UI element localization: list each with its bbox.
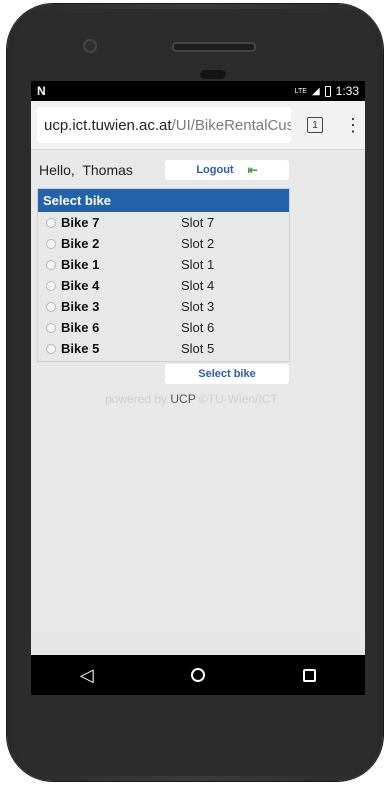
earpiece: [200, 70, 226, 79]
footer-brand[interactable]: UCP: [170, 392, 195, 406]
slot-name: Slot 1: [181, 257, 215, 272]
signal-icon: ◢: [311, 85, 320, 97]
bike-row[interactable]: Bike 6 Slot 6: [38, 317, 289, 338]
url-path: /UI/BikeRentalCus: [171, 116, 291, 134]
bike-name: Bike 3: [61, 299, 100, 314]
slot-name: Slot 5: [181, 341, 215, 356]
bike-row[interactable]: Bike 7 Slot 7: [38, 212, 289, 233]
exit-arrow-icon: ⇤: [247, 163, 258, 177]
logout-label: Logout: [196, 164, 234, 176]
slot-name: Slot 7: [181, 215, 215, 230]
radio-button[interactable]: [46, 322, 56, 333]
bike-row[interactable]: Bike 4 Slot 4: [38, 275, 289, 296]
greeting: Hello, Thomas: [39, 162, 133, 178]
clock: 1:33: [335, 84, 359, 98]
home-circle-icon[interactable]: [191, 668, 206, 682]
status-right: LTE ◢ 1:33: [295, 84, 359, 98]
bike-name: Bike 7: [61, 215, 100, 230]
bike-name: Bike 2: [61, 236, 100, 251]
android-nav-bar: ◁: [31, 655, 365, 695]
radio-button[interactable]: [46, 301, 56, 312]
network-label: LTE: [294, 87, 307, 95]
select-bike-panel: Select bike Bike 7 Slot 7 Bike 2 Slot 2 …: [37, 188, 290, 362]
notification-icon: N: [37, 84, 46, 98]
slot-name: Slot 2: [181, 236, 215, 251]
bike-list: Bike 7 Slot 7 Bike 2 Slot 2 Bike 1 Slot …: [38, 212, 289, 359]
powered-by-footer: powered by UCP ©TU-Wien/ICT: [105, 392, 278, 406]
footer-suffix: ©TU-Wien/ICT: [195, 392, 278, 406]
radio-button[interactable]: [46, 259, 56, 270]
bike-name: Bike 5: [61, 341, 100, 356]
slot-name: Slot 4: [181, 278, 215, 293]
recents-square-icon[interactable]: [303, 668, 317, 682]
radio-button[interactable]: [46, 217, 56, 228]
battery-icon: [324, 85, 331, 97]
bike-name: Bike 4: [61, 278, 100, 293]
tab-count: 1: [312, 119, 318, 131]
footer-prefix: powered by: [105, 392, 171, 406]
radio-button[interactable]: [46, 280, 56, 291]
select-bike-button[interactable]: Select bike: [165, 364, 289, 384]
radio-button[interactable]: [46, 238, 56, 249]
tab-switcher-button[interactable]: 1: [307, 117, 323, 133]
screen: N LTE ◢ 1:33 ucp.ict.tuwien.ac.at/UI/Bik…: [31, 81, 365, 695]
slot-name: Slot 6: [181, 320, 215, 335]
front-camera: [83, 39, 97, 53]
top-speaker: [172, 42, 256, 52]
bike-name: Bike 1: [61, 257, 100, 272]
url-host: ucp.ict.tuwien.ac.at: [44, 116, 172, 134]
panel-title: Select bike: [38, 189, 289, 212]
back-triangle-icon[interactable]: ◁: [80, 666, 94, 684]
bike-name: Bike 6: [61, 320, 100, 335]
bike-row[interactable]: Bike 5 Slot 5: [38, 338, 289, 359]
page-content: Hello, Thomas Logout ⇤ Select bike Bike …: [31, 150, 365, 632]
address-bar[interactable]: ucp.ict.tuwien.ac.at/UI/BikeRentalCus: [37, 107, 291, 143]
browser-menu-icon[interactable]: ⋮: [344, 116, 362, 134]
slot-name: Slot 3: [181, 299, 215, 314]
radio-button[interactable]: [46, 343, 56, 354]
bike-row[interactable]: Bike 1 Slot 1: [38, 254, 289, 275]
bike-row[interactable]: Bike 3 Slot 3: [38, 296, 289, 317]
bike-row[interactable]: Bike 2 Slot 2: [38, 233, 289, 254]
browser-toolbar: ucp.ict.tuwien.ac.at/UI/BikeRentalCus 1 …: [31, 101, 365, 150]
status-bar: N LTE ◢ 1:33: [31, 81, 365, 101]
logout-button[interactable]: Logout ⇤: [165, 160, 289, 180]
